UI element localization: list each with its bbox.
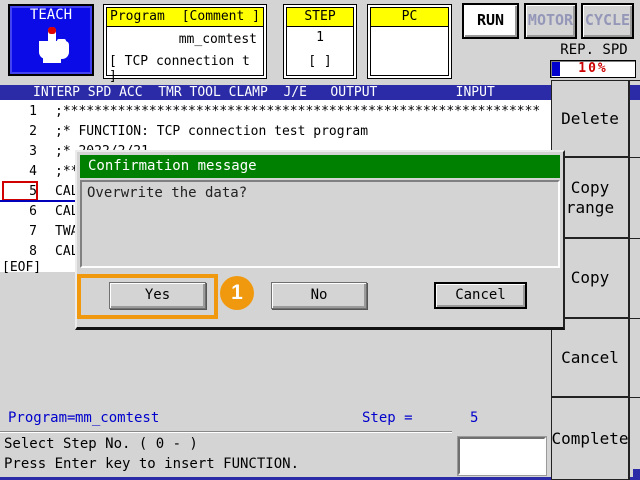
program-box-title: Program (110, 9, 165, 24)
line-text: ;* FUNCTION: TCP connection test program (55, 124, 369, 139)
program-name-value: mm_comtest (178, 32, 257, 47)
footer-step-value: 5 (470, 410, 479, 426)
sidebar-border (629, 80, 630, 480)
pc-box: PC (367, 4, 452, 79)
line-number: 4 (29, 164, 37, 179)
dialog-message: Overwrite the data? (80, 180, 560, 268)
program-box-header: Program [Comment ] (107, 8, 263, 27)
listing-column-header: INTERP SPD ACC TMR TOOL CLAMP J/E OUTPUT… (0, 85, 640, 100)
hand-pointer-icon (39, 27, 69, 63)
line-number: 3 (29, 144, 37, 159)
line-text: ;***************************************… (55, 104, 541, 119)
pc-box-title: PC (401, 9, 418, 24)
pc-box-header: PC (371, 8, 448, 27)
selected-line-cursor (2, 181, 38, 201)
motor-button[interactable]: MOTOR (524, 3, 577, 39)
run-button[interactable]: RUN (462, 3, 519, 39)
annotation-step-badge: 1 (220, 276, 254, 310)
step-box-title: STEP (304, 9, 336, 24)
teach-mode-button[interactable]: TEACH (8, 4, 94, 76)
footer-divider (0, 431, 452, 433)
rep-spd-value: 10% (578, 61, 608, 76)
cycle-button[interactable]: CYCLE (581, 3, 634, 39)
line-number: 1 (29, 104, 37, 119)
teach-pendant-screen: TEACH Program [Comment ] mm_comtest [ TC… (0, 0, 640, 480)
line-number: 2 (29, 124, 37, 139)
rep-spd-label: REP. SPD (560, 42, 628, 58)
step-box-brackets: [ ] (308, 54, 332, 69)
step-box: STEP 1 [ ] (283, 4, 357, 79)
sidebar-divider (551, 80, 640, 81)
footer-program-value: mm_comtest (75, 410, 160, 426)
rep-spd-progressbar: 10% (550, 60, 636, 78)
bottom-corner-mark (633, 469, 640, 480)
softkey-delete[interactable]: Delete (551, 80, 629, 157)
footer-program-label: Program= (8, 410, 76, 426)
softkey-complete[interactable]: Complete (551, 397, 629, 480)
line-number: 6 (29, 204, 37, 219)
teach-label: TEACH (29, 7, 73, 23)
annotation-highlight-rect (77, 274, 218, 319)
step-box-header: STEP (287, 8, 353, 27)
prompt-message-line1: Select Step No. ( 0 - ) (4, 436, 198, 452)
no-button[interactable]: No (271, 282, 367, 309)
line-number: 7 (29, 224, 37, 239)
cancel-button[interactable]: Cancel (434, 282, 527, 309)
prompt-message-line2: Press Enter key to insert FUNCTION. (4, 456, 300, 472)
dialog-title: Confirmation message (80, 155, 560, 178)
listing-row[interactable]: 1 ;**************************************… (0, 102, 551, 122)
sidebar-divider (551, 397, 640, 398)
step-box-value: 1 (316, 30, 324, 45)
program-comment-value: [ TCP connection t ] (109, 54, 250, 84)
comment-box-title: [Comment ] (181, 9, 260, 24)
program-comment-box: Program [Comment ] mm_comtest [ TCP conn… (103, 4, 267, 84)
eof-marker: [EOF] (2, 260, 42, 275)
listing-row[interactable]: 2 ;* FUNCTION: TCP connection test progra… (0, 122, 551, 142)
step-number-input[interactable] (458, 437, 546, 475)
footer-step-label: Step = (362, 410, 413, 426)
